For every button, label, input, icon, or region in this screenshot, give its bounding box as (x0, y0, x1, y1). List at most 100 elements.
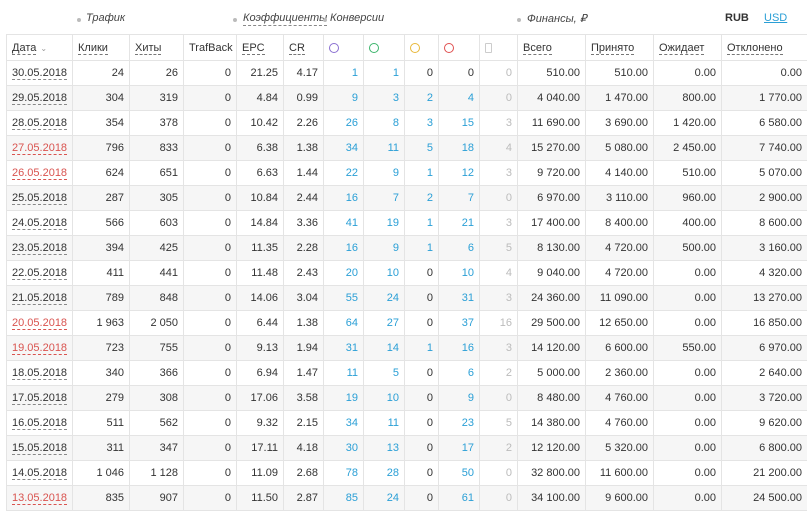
cell-c1[interactable]: 34 (323, 410, 364, 436)
header-total-label[interactable]: Всего (523, 41, 552, 55)
header-accepted-label[interactable]: Принято (591, 41, 635, 55)
cell-c4[interactable]: 7 (438, 185, 480, 211)
pending-icon[interactable] (410, 42, 420, 53)
cell-date[interactable]: 25.05.2018 (6, 185, 73, 211)
header-hits-label[interactable]: Хиты (135, 41, 162, 55)
date-link[interactable]: 24.05.2018 (12, 217, 68, 230)
header-accepted[interactable]: Принято (585, 34, 654, 61)
cell-c2[interactable]: 19 (363, 210, 405, 236)
cell-c4[interactable]: 23 (438, 410, 480, 436)
cell-c1[interactable]: 85 (323, 485, 364, 511)
header-date[interactable]: Дата ⌄ (6, 34, 73, 61)
date-link[interactable]: 17.05.2018 (12, 392, 68, 405)
cell-c1[interactable]: 9 (323, 85, 364, 111)
cell-c2[interactable]: 11 (363, 410, 405, 436)
cell-c2[interactable]: 5 (363, 360, 405, 386)
cell-c1[interactable]: 34 (323, 135, 364, 161)
cell-date[interactable]: 26.05.2018 (6, 160, 73, 186)
cell-c2[interactable]: 9 (363, 160, 405, 186)
cell-c2[interactable]: 24 (363, 285, 405, 311)
cell-c3[interactable]: 5 (404, 135, 439, 161)
cell-c4[interactable]: 12 (438, 160, 480, 186)
header-epc[interactable]: EPC (236, 34, 284, 61)
hold-icon[interactable] (329, 42, 339, 53)
cell-c2[interactable]: 7 (363, 185, 405, 211)
cell-c2[interactable]: 10 (363, 260, 405, 286)
cell-date[interactable]: 27.05.2018 (6, 135, 73, 161)
cell-c2[interactable]: 3 (363, 85, 405, 111)
cell-c4[interactable]: 21 (438, 210, 480, 236)
date-link[interactable]: 30.05.2018 (12, 67, 68, 80)
cell-date[interactable]: 13.05.2018 (6, 485, 73, 511)
cell-c4[interactable]: 15 (438, 110, 480, 136)
group-coefficients[interactable]: Коэффициенты (243, 12, 328, 26)
cell-date[interactable]: 20.05.2018 (6, 310, 73, 336)
cell-c3[interactable]: 1 (404, 235, 439, 261)
cell-date[interactable]: 28.05.2018 (6, 110, 73, 136)
date-link[interactable]: 23.05.2018 (12, 242, 68, 255)
cell-c1[interactable]: 20 (323, 260, 364, 286)
cell-date[interactable]: 23.05.2018 (6, 235, 73, 261)
header-conv-approved[interactable] (363, 34, 405, 61)
cell-date[interactable]: 21.05.2018 (6, 285, 73, 311)
header-pending[interactable]: Ожидает (653, 34, 722, 61)
header-conv-rejected[interactable] (438, 34, 480, 61)
header-hits[interactable]: Хиты (129, 34, 184, 61)
date-link[interactable]: 18.05.2018 (12, 367, 68, 380)
date-link[interactable]: 22.05.2018 (12, 267, 68, 280)
cell-c1[interactable]: 16 (323, 235, 364, 261)
cell-date[interactable]: 30.05.2018 (6, 60, 73, 86)
date-link[interactable]: 20.05.2018 (12, 317, 68, 330)
cell-c2[interactable]: 10 (363, 385, 405, 411)
header-conv-pending[interactable] (404, 34, 439, 61)
cell-c4[interactable]: 9 (438, 385, 480, 411)
cell-c1[interactable]: 16 (323, 185, 364, 211)
cell-c2[interactable]: 1 (363, 60, 405, 86)
cell-c2[interactable]: 13 (363, 435, 405, 461)
cell-c4[interactable]: 10 (438, 260, 480, 286)
cell-c4[interactable]: 31 (438, 285, 480, 311)
header-rejected-label[interactable]: Отклонено (727, 41, 783, 55)
cell-c3[interactable]: 2 (404, 185, 439, 211)
header-total[interactable]: Всего (517, 34, 586, 61)
date-link[interactable]: 27.05.2018 (12, 142, 68, 155)
cell-c3[interactable]: 1 (404, 210, 439, 236)
date-link[interactable]: 13.05.2018 (12, 492, 68, 505)
cell-c1[interactable]: 30 (323, 435, 364, 461)
cell-c3[interactable]: 1 (404, 335, 439, 361)
currency-rub-toggle[interactable]: RUB (725, 12, 749, 24)
header-conv-trash[interactable] (479, 34, 518, 61)
cell-c2[interactable]: 27 (363, 310, 405, 336)
header-conv-hold[interactable] (323, 34, 364, 61)
cell-c1[interactable]: 11 (323, 360, 364, 386)
header-date-label[interactable]: Дата (12, 41, 37, 55)
cell-c1[interactable]: 1 (323, 60, 364, 86)
cell-date[interactable]: 16.05.2018 (6, 410, 73, 436)
cell-c1[interactable]: 55 (323, 285, 364, 311)
cell-date[interactable]: 18.05.2018 (6, 360, 73, 386)
cell-c1[interactable]: 22 (323, 160, 364, 186)
cell-c2[interactable]: 8 (363, 110, 405, 136)
cell-c3[interactable]: 1 (404, 160, 439, 186)
date-link[interactable]: 16.05.2018 (12, 417, 68, 430)
header-rejected[interactable]: Отклонено (721, 34, 807, 61)
cell-c1[interactable]: 31 (323, 335, 364, 361)
cell-date[interactable]: 24.05.2018 (6, 210, 73, 236)
cell-date[interactable]: 19.05.2018 (6, 335, 73, 361)
cell-c4[interactable]: 17 (438, 435, 480, 461)
header-epc-label[interactable]: EPC (242, 41, 265, 55)
date-link[interactable]: 26.05.2018 (12, 167, 68, 180)
date-link[interactable]: 28.05.2018 (12, 117, 68, 130)
cell-c2[interactable]: 28 (363, 460, 405, 486)
cell-date[interactable]: 29.05.2018 (6, 85, 73, 111)
sort-down-icon[interactable]: ⌄ (40, 44, 47, 53)
cell-c2[interactable]: 24 (363, 485, 405, 511)
date-link[interactable]: 21.05.2018 (12, 292, 68, 305)
date-link[interactable]: 29.05.2018 (12, 92, 68, 105)
cell-c1[interactable]: 64 (323, 310, 364, 336)
cell-date[interactable]: 22.05.2018 (6, 260, 73, 286)
cell-date[interactable]: 15.05.2018 (6, 435, 73, 461)
header-clicks[interactable]: Клики (72, 34, 130, 61)
cell-date[interactable]: 17.05.2018 (6, 385, 73, 411)
cell-c4[interactable]: 16 (438, 335, 480, 361)
